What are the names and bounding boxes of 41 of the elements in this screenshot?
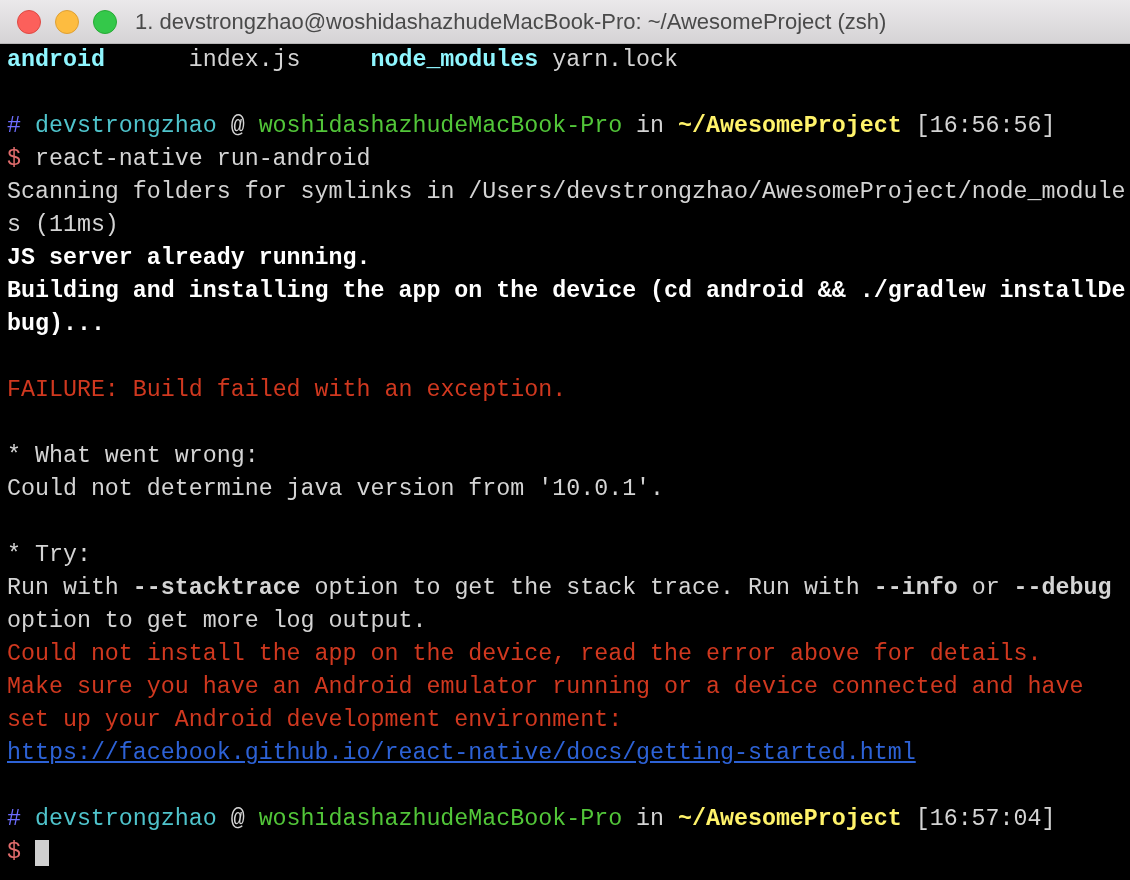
prompt-hash: # xyxy=(7,112,21,141)
close-button[interactable] xyxy=(17,9,41,34)
prompt-user: devstrongzhao xyxy=(34,112,217,141)
error-line: FAILURE: Build failed with an exception. xyxy=(7,376,567,405)
prompt-path: ~/AwesomeProject xyxy=(678,805,902,834)
prompt-at: @ xyxy=(230,805,245,834)
prompt-hash: # xyxy=(7,805,21,834)
prompt-host: woshidashazhudeMacBook-Pro xyxy=(258,112,623,141)
output-line: * What went wrong: xyxy=(7,442,259,471)
error-line: Could not install the app on the device, read the error above for details. xyxy=(7,640,1042,669)
error-line: set up your Android development environment: xyxy=(7,706,623,735)
zoom-button[interactable] xyxy=(93,9,117,34)
docs-link[interactable]: https://facebook.github.io/react-native/docs/getting-started.html xyxy=(7,737,916,770)
output-line: s (11ms) xyxy=(7,211,119,240)
output-line: JS server already running. xyxy=(7,244,371,273)
prompt-sign: $ xyxy=(7,838,21,867)
prompt-at: @ xyxy=(230,112,245,141)
output-line: Could not determine java version from '10.0.1'. xyxy=(7,475,665,504)
prompt-time: [16:57:04] xyxy=(915,805,1056,834)
window-title: 1. devstrongzhao@woshidashazhudeMacBook-Pro: ~/AwesomeProject (zsh) xyxy=(135,8,887,35)
output-line: option to get more log output. xyxy=(7,607,427,636)
directory-name: node_modules xyxy=(370,46,540,75)
file-name: index.js xyxy=(188,46,302,75)
file-name: yarn.lock xyxy=(552,46,679,75)
text-cursor xyxy=(34,839,49,866)
output-line: Scanning folders for symlinks in /Users/devstrongzhao/AwesomeProject/node_module xyxy=(7,178,1126,207)
command-text: react-native run-android xyxy=(34,145,371,174)
prompt-host: woshidashazhudeMacBook-Pro xyxy=(258,805,623,834)
prompt-in: in xyxy=(636,805,665,834)
prompt-in: in xyxy=(636,112,665,141)
output-line: Run with --stacktrace option to get the stack trace. Run with --info or --debug xyxy=(7,574,1112,603)
error-line: Make sure you have an Android emulator running or a device connected and have xyxy=(7,673,1084,702)
output-line: * Try: xyxy=(7,541,91,570)
minimize-button[interactable] xyxy=(55,9,79,34)
output-line: Building and installing the app on the device (cd android && ./gradlew installDe xyxy=(7,277,1126,306)
prompt-path: ~/AwesomeProject xyxy=(678,112,902,141)
output-line: bug)... xyxy=(7,310,105,339)
prompt-time: [16:56:56] xyxy=(915,112,1056,141)
prompt-sign: $ xyxy=(7,145,21,174)
directory-name: android xyxy=(7,46,106,75)
prompt-user: devstrongzhao xyxy=(34,805,217,834)
